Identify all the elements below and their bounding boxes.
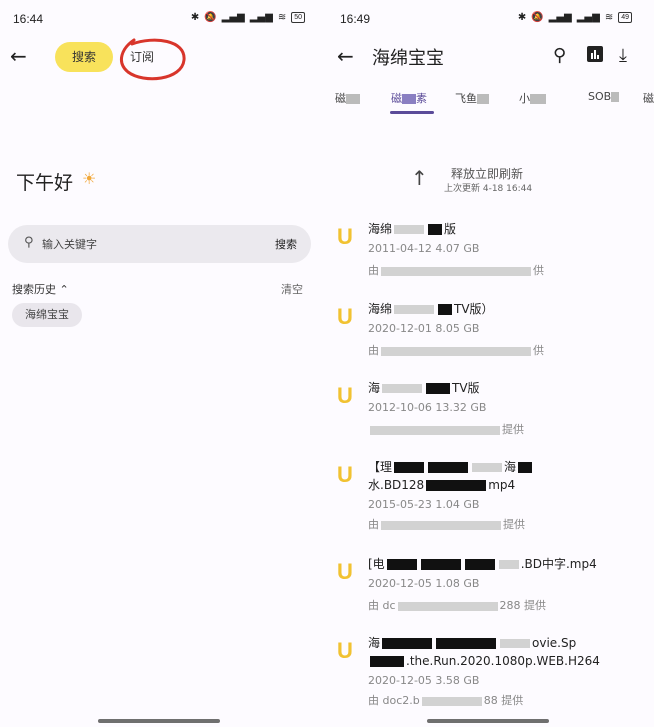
search-icon[interactable]: ⚲ [553,45,566,66]
result-provider: 提供 [368,421,524,437]
status-time: 16:49 [340,12,371,26]
back-arrow-icon[interactable]: ← [10,45,32,67]
tab-source-active[interactable]: 磁素 [391,90,427,106]
wifi-icon: ≋ [277,12,287,23]
signal-icon: ▂▄▆ [249,12,273,23]
back-arrow-icon[interactable]: ← [337,45,359,67]
result-provider: 由 dc 288 提供 [368,599,547,612]
search-icon: ⚲ [24,235,34,250]
status-bar: 16:44 ✱ 🔕 ▂▄▆ ▂▄▆ ≋ 50 [0,0,327,36]
history-chip[interactable]: 海绵宝宝 [12,303,82,327]
sun-icon: ☀ [82,169,97,188]
download-icon[interactable]: ⤓ [619,45,627,66]
result-u-icon: U [337,304,353,329]
refresh-text: 释放立即刷新 [451,167,524,181]
signal-icon: ▂▄▆ [221,12,245,23]
result-meta: 2020-12-05 1.08 GB [368,577,480,590]
result-u-icon: U [337,224,353,249]
result-u-icon: U [337,559,353,584]
status-time: 16:44 [13,12,44,26]
results-screen: 16:49 ✱ 🔕 ▂▄▆ ▂▄▆ ≋ 49 ← 海绵宝宝 ⚲ ⤓ 磁 磁素 飞… [327,0,654,727]
result-item[interactable]: U 海绵版 2011-04-12 4.07 GB 由供 [327,220,654,300]
result-u-icon: U [337,638,353,663]
gesture-bar [98,719,220,723]
active-tab-indicator [390,111,434,114]
result-meta: 2011-04-12 4.07 GB [368,242,480,255]
tab-source[interactable]: 磁 [643,90,654,106]
result-item[interactable]: U 海 TV版 2012-10-06 13.32 GB 提供 [327,379,654,459]
signal-icon: ▂▄▆ [576,12,600,23]
result-meta: 2020-12-01 8.05 GB [368,322,480,335]
status-icons: ✱ 🔕 ▂▄▆ ▂▄▆ ≋ 50 [191,12,305,23]
result-title: 海绵 TV版） [368,302,494,316]
result-provider: 由 doc2.b 88 提供 [368,694,524,707]
result-item[interactable]: U 【理海 水.BD128 mp4 2015-05-23 1.04 GB 由提供 [327,458,654,538]
result-title: [电 .BD中字.mp4 [368,557,597,571]
result-provider: 由供 [368,344,544,357]
mute-icon: 🔕 [204,12,217,23]
result-title: 海绵版 [368,222,457,236]
search-bar[interactable]: ⚲ 输入关键字 搜索 [8,225,311,263]
result-u-icon: U [337,462,353,487]
wifi-icon: ≋ [604,12,614,23]
result-provider: 由提供 [368,518,525,531]
result-item[interactable]: U 海 ovie.Sp .the.Run.2020.1080p.WEB.H264 … [327,634,654,714]
search-button[interactable]: 搜索 [275,236,297,252]
result-title: 海 ovie.Sp .the.Run.2020.1080p.WEB.H264 [368,636,600,668]
tab-source[interactable]: 小 [519,90,546,106]
battery-icon: 50 [291,12,305,23]
result-meta: 2012-10-06 13.32 GB [368,401,487,414]
mute-icon: 🔕 [531,12,544,23]
page-title: 海绵宝宝 [372,48,444,69]
tab-source[interactable]: 飞鱼 [455,90,489,106]
tab-search[interactable]: 搜索 [55,42,113,72]
battery-icon: 49 [618,12,632,23]
search-screen: 16:44 ✱ 🔕 ▂▄▆ ▂▄▆ ≋ 50 ← 搜索 订阅 下午好 ☀ ⚲ 输… [0,0,327,727]
bluetooth-icon: ✱ [517,12,527,23]
refresh-time: 上次更新 4-18 16:44 [444,184,533,194]
result-title: 【理海 水.BD128 mp4 [368,458,638,494]
chart-icon[interactable] [586,45,604,68]
result-meta: 2015-05-23 1.04 GB [368,498,480,511]
result-title: 海 TV版 [368,381,480,395]
tab-source[interactable]: SOB [588,90,620,103]
history-title[interactable]: 搜索历史 ⌃ [12,281,69,297]
status-bar: 16:49 ✱ 🔕 ▂▄▆ ▂▄▆ ≋ 49 [327,0,654,36]
tab-source[interactable]: 磁 [335,90,360,106]
result-item[interactable]: U 海绵 TV版） 2020-12-01 8.05 GB 由供 [327,300,654,380]
bluetooth-icon: ✱ [190,12,200,23]
search-input[interactable]: 输入关键字 [42,236,97,252]
refresh-arrow-icon: ↑ [411,166,428,190]
greeting: 下午好 [16,172,74,194]
result-meta: 2020-12-05 3.58 GB [368,674,480,687]
gesture-bar [427,719,549,723]
red-annotation-circle [119,38,186,81]
result-u-icon: U [337,383,353,408]
clear-history-button[interactable]: 清空 [281,281,303,297]
source-tabs: 磁 磁素 飞鱼 小 SOB 磁 [327,90,654,114]
signal-icon: ▂▄▆ [548,12,572,23]
result-item[interactable]: U [电 .BD中字.mp4 2020-12-05 1.08 GB 由 dc 288… [327,555,654,635]
result-provider: 由供 [368,264,544,277]
status-icons: ✱ 🔕 ▂▄▆ ▂▄▆ ≋ 49 [518,12,632,23]
